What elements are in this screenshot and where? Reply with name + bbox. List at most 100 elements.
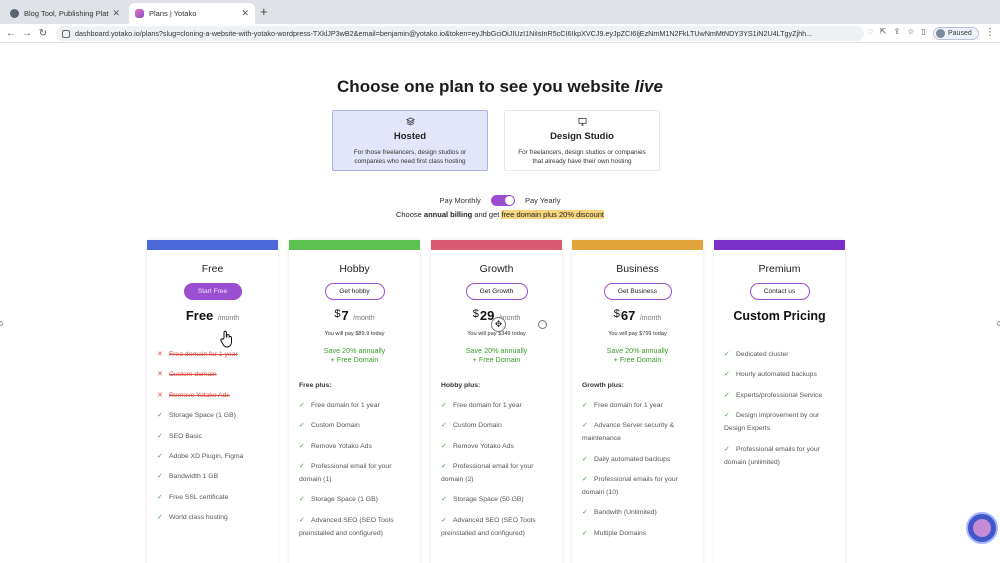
check-icon: ✓ <box>157 493 163 501</box>
promo-text: and get <box>472 210 502 219</box>
annual-note: You will pay $799 today <box>608 331 667 337</box>
promo-bold: annual billing <box>423 210 473 219</box>
plan-type-design-studio[interactable]: Design Studio For freelancers, design st… <box>504 110 660 171</box>
check-icon: ✓ <box>299 516 305 524</box>
check-icon: ✓ <box>724 391 730 399</box>
list-item: ✓ Advanced SEO (SEO Tools preinstalled an… <box>441 514 554 540</box>
feature-list: ✓ Free domain for 1 year ✓ Custom Domain ✓… <box>299 399 412 540</box>
eye-off-icon[interactable]: ◌ <box>868 27 873 36</box>
page-title: Choose one plan to see you website live <box>0 77 1000 97</box>
open-in-app-icon[interactable]: ⇱ <box>880 27 887 36</box>
tab-title: Plans | Yotako <box>149 9 197 18</box>
browser-tab-blog[interactable]: Blog Tool, Publishing Platform ✕ <box>4 3 126 24</box>
get-business-button[interactable]: Get Business <box>603 283 672 300</box>
chat-widget-button[interactable] <box>966 512 998 544</box>
profile-button[interactable]: Paused <box>933 27 979 40</box>
back-arrow-icon[interactable]: ← <box>3 28 19 39</box>
plan-color-bar <box>714 240 845 250</box>
billing-toggle[interactable] <box>490 195 515 206</box>
plan-name: Premium <box>758 263 801 275</box>
feature-list: ✓ Dedicated cluster ✓ Hourly automated bac… <box>724 348 837 469</box>
check-icon: ✓ <box>582 455 588 463</box>
list-item: ✓ Design improvement by our Design Expert… <box>724 409 837 435</box>
list-item: ✓ Professional email for your domain (1) <box>299 460 412 486</box>
contact-us-button[interactable]: Contact us <box>749 283 810 300</box>
check-icon: ✓ <box>724 445 730 453</box>
save-line: Save 20% annually <box>606 346 669 355</box>
check-icon: ✓ <box>157 432 163 440</box>
check-icon: ✓ <box>724 351 730 358</box>
price-currency: $ <box>334 308 341 320</box>
list-item: ✓ Custom Domain <box>441 419 554 432</box>
check-icon: ✓ <box>724 412 730 420</box>
list-item: ✕ Free domain for 1 year <box>157 348 270 361</box>
site-info-icon[interactable] <box>62 29 70 38</box>
reload-icon[interactable]: ↻ <box>35 28 51 39</box>
url-text: dashboard.yotako.io/plans?slug=cloning-a… <box>75 29 813 38</box>
plan-color-bar <box>147 240 278 250</box>
plus-label: Growth plus: <box>582 381 624 389</box>
get-growth-button[interactable]: Get Growth <box>465 283 528 300</box>
radio-ring-icon <box>538 320 547 329</box>
save-annually: Save 20% annually + Free Domain <box>572 346 703 365</box>
close-icon[interactable]: ✕ <box>112 8 120 19</box>
check-icon: ✓ <box>582 509 588 517</box>
list-item: ✓ Storage Space (1 GB) <box>299 493 412 506</box>
browser-tab-plans[interactable]: Plans | Yotako ✕ <box>129 3 255 24</box>
list-item: ✓ Adobe XD Plugin, Figma <box>157 450 270 463</box>
list-item: ✓ Bandwidth 1 GB <box>157 470 270 483</box>
plan-card-hobby: Hobby Get hobby $7 /month You will pay $… <box>289 240 420 563</box>
plan-name: Hobby <box>339 263 370 275</box>
list-item: ✓ Advanced SEO (SEO Tools preinstalled an… <box>299 514 412 540</box>
list-item: ✓ Remove Yotako Ads <box>299 440 412 453</box>
share-icon[interactable]: ⇪ <box>893 27 900 36</box>
save-line: + Free Domain <box>472 355 521 365</box>
check-icon: ✓ <box>441 496 447 504</box>
billing-promo: Choose annual billing and get free domai… <box>0 210 1000 219</box>
plan-type-desc: For those freelancers, design studios or… <box>353 149 467 166</box>
move-handle-icon[interactable]: ✥ <box>491 317 506 332</box>
price-currency: $ <box>613 308 620 320</box>
check-icon: ✓ <box>582 475 588 483</box>
plan-price: $67 /month <box>572 307 703 325</box>
list-item: ✓ Experts/professional Service <box>724 389 837 402</box>
price-amount: Free <box>185 308 214 323</box>
address-bar-icons: ◌ ⇱ ⇪ ☆ ▯ <box>868 27 926 36</box>
close-icon[interactable]: ✕ <box>241 8 249 19</box>
list-item: ✓ Free domain for 1 year <box>582 399 695 412</box>
monitor-icon <box>505 117 659 127</box>
get-hobby-button[interactable]: Get hobby <box>324 283 385 300</box>
list-item: ✓ Bandwith (Unlimited) <box>582 506 695 519</box>
plan-color-bar <box>572 240 703 250</box>
plan-type-title: Hosted <box>393 131 427 142</box>
pay-monthly-label[interactable]: Pay Monthly <box>440 196 481 205</box>
forward-arrow-icon[interactable]: → <box>19 28 35 39</box>
list-item: ✕ Custom domain <box>157 368 270 381</box>
price-amount: 67 <box>620 308 636 323</box>
check-icon: ✓ <box>299 422 305 430</box>
url-input[interactable]: dashboard.yotako.io/plans?slug=cloning-a… <box>56 26 864 41</box>
new-tab-button[interactable]: + <box>260 4 268 19</box>
start-free-button[interactable]: Start Free <box>183 283 242 300</box>
toggle-knob <box>504 196 514 205</box>
promo-text: Choose <box>395 210 424 219</box>
list-item: ✓ Advance Server security & maintenance <box>582 419 695 445</box>
browser-menu-icon[interactable]: ⋮ <box>985 27 995 38</box>
bookmark-star-icon[interactable]: ☆ <box>907 27 914 36</box>
annual-note: You will pay $89.9 today <box>324 331 385 337</box>
save-line: + Free Domain <box>613 355 662 365</box>
price-period: /month <box>639 315 662 322</box>
resize-handle-left[interactable] <box>0 321 3 326</box>
sidebar-toggle-icon[interactable]: ▯ <box>921 27 925 36</box>
x-icon: ✕ <box>157 391 163 399</box>
browser-tab-bar: Blog Tool, Publishing Platform ✕ Plans |… <box>0 0 1000 24</box>
list-item: ✓ Free domain for 1 year <box>441 399 554 412</box>
list-item: ✓ Storage Space (1 GB) <box>157 409 270 422</box>
check-icon: ✓ <box>299 442 305 450</box>
avatar <box>936 29 945 38</box>
list-item: ✓ Professional emails for your domain (10… <box>582 473 695 499</box>
feature-list: ✓ Free domain for 1 year ✓ Custom Domain ✓… <box>441 399 554 540</box>
save-annually: Save 20% annually + Free Domain <box>289 346 420 365</box>
plan-type-hosted[interactable]: Hosted For those freelancers, design stu… <box>332 110 488 171</box>
pay-yearly-label[interactable]: Pay Yearly <box>525 196 560 205</box>
